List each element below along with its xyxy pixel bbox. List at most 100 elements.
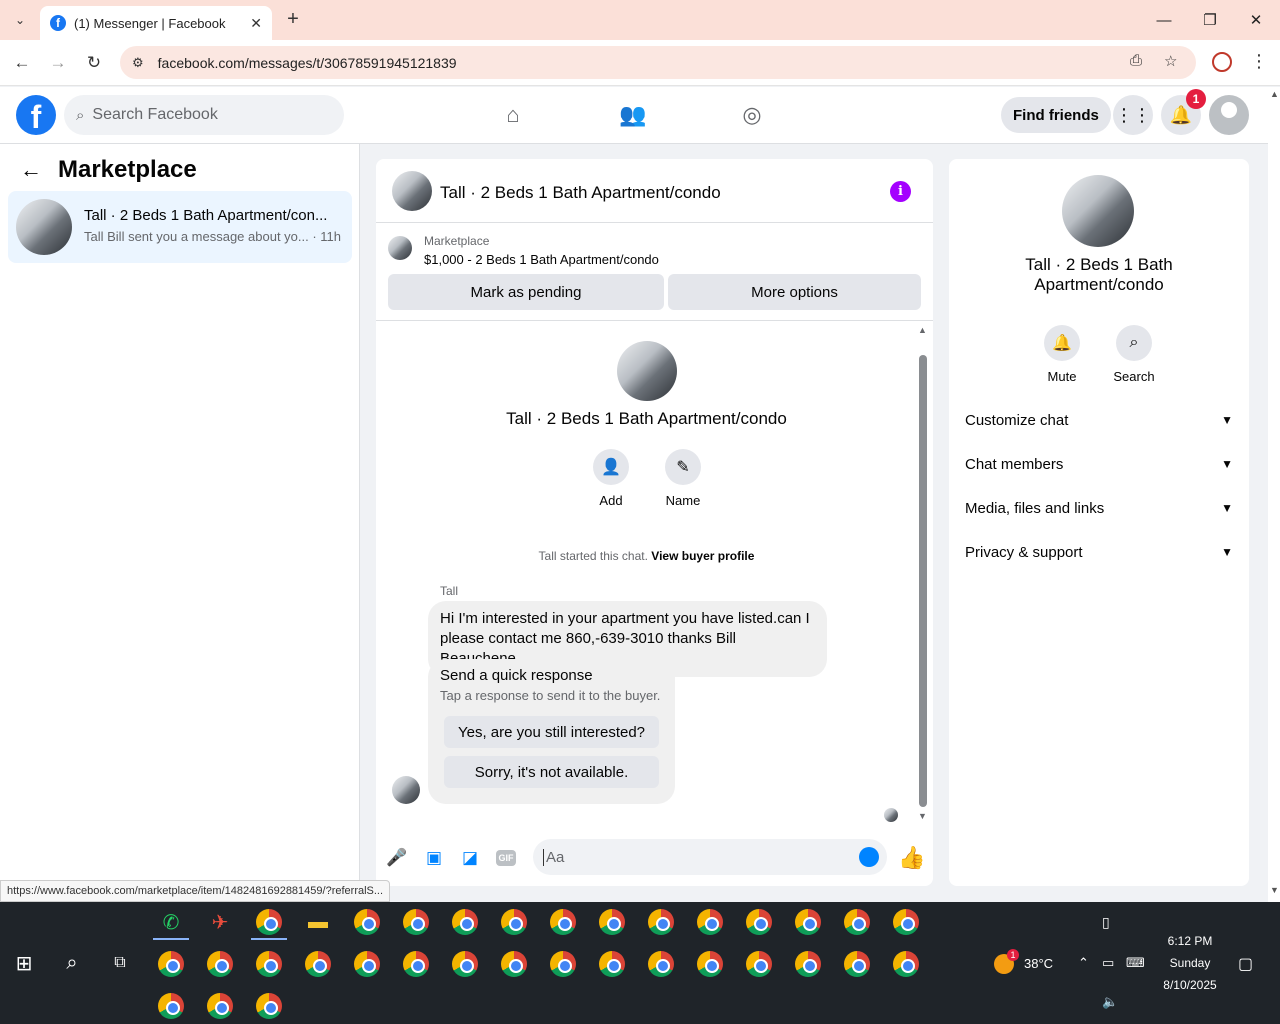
forward-icon[interactable]: → [46, 51, 70, 75]
chrome-icon[interactable] [745, 950, 773, 978]
section-customize-chat[interactable]: Customize chat ▼ [965, 408, 1233, 432]
keyboard-icon[interactable]: ⌨ [1126, 955, 1145, 971]
chrome-icon[interactable] [304, 950, 332, 978]
chrome-icon[interactable] [402, 950, 430, 978]
back-arrow-icon[interactable]: ← [20, 157, 42, 183]
volume-icon[interactable]: 🔈 [1102, 994, 1118, 1010]
site-info-icon[interactable]: ⚙ [132, 55, 144, 71]
clock-time[interactable]: 6:12 PM [1150, 934, 1230, 948]
chrome-icon[interactable] [745, 908, 773, 936]
conversation-item[interactable]: Tall · 2 Beds 1 Bath Apartment/con... Ta… [8, 191, 352, 263]
home-icon[interactable]: ⌂ [499, 101, 527, 129]
chrome-icon[interactable] [255, 950, 283, 978]
listing-price-title[interactable]: $1,000 - 2 Beds 1 Bath Apartment/condo [424, 252, 659, 267]
scroll-up-icon[interactable]: ▲ [918, 325, 927, 335]
section-privacy-support[interactable]: Privacy & support ▼ [965, 540, 1233, 564]
window-close-icon[interactable]: ✕ [1244, 8, 1268, 32]
thumbs-up-icon[interactable]: 👍 [898, 845, 925, 871]
section-chat-members[interactable]: Chat members ▼ [965, 452, 1233, 476]
chrome-icon[interactable] [794, 908, 822, 936]
page-scrollbar[interactable]: ▲ ▼ [1268, 87, 1280, 902]
address-bar[interactable]: ⚙ facebook.com/messages/t/30678591945121… [120, 46, 1196, 79]
windows-start-icon[interactable]: ⊞ [10, 949, 38, 977]
back-icon[interactable]: ← [10, 51, 34, 75]
chrome-icon[interactable] [157, 950, 185, 978]
chrome-icon[interactable] [598, 950, 626, 978]
chrome-icon[interactable] [451, 908, 479, 936]
app-icon[interactable]: ✈ [206, 908, 234, 936]
emoji-icon[interactable] [859, 847, 879, 867]
page-scroll-down-icon[interactable]: ▼ [1270, 885, 1279, 895]
reload-icon[interactable]: ↻ [82, 51, 106, 75]
scroll-down-icon[interactable]: ▼ [918, 811, 927, 821]
groups-icon[interactable]: ◎ [738, 101, 766, 129]
bookmark-star-icon[interactable]: ☆ [1164, 52, 1177, 70]
sticker-icon[interactable]: ◪ [459, 847, 481, 869]
quick-response-yes-button[interactable]: Yes, are you still interested? [444, 716, 659, 748]
quick-response-sorry-button[interactable]: Sorry, it's not available. [444, 756, 659, 788]
chrome-icon[interactable] [255, 992, 283, 1020]
mark-as-pending-button[interactable]: Mark as pending [388, 274, 664, 310]
chrome-icon[interactable] [157, 992, 185, 1020]
browser-tab[interactable]: f (1) Messenger | Facebook ✕ [40, 6, 272, 40]
browser-menu-icon[interactable]: ⋮ [1250, 51, 1268, 72]
chrome-icon[interactable] [500, 908, 528, 936]
chrome-icon[interactable] [696, 950, 724, 978]
tab-close-icon[interactable]: ✕ [250, 15, 262, 32]
chrome-icon[interactable] [892, 908, 920, 936]
info-icon[interactable]: i [890, 181, 911, 202]
notification-center-icon[interactable]: ▢ [1238, 954, 1253, 974]
facebook-search-input[interactable]: ⌕ Search Facebook [64, 95, 344, 135]
chevron-up-icon[interactable]: ⌃ [1078, 955, 1089, 971]
chrome-icon[interactable] [353, 908, 381, 936]
search-action[interactable]: ⌕ Search [1104, 325, 1164, 384]
whatsapp-icon[interactable]: ✆ [157, 908, 185, 936]
taskbar-search-icon[interactable]: ⌕ [58, 949, 86, 977]
tab-search-icon[interactable]: ⌄ [8, 8, 32, 32]
photo-icon[interactable]: ▣ [423, 847, 445, 869]
microphone-icon[interactable]: 🎤 [386, 847, 408, 869]
chrome-icon[interactable] [696, 908, 724, 936]
add-action[interactable]: 👤 Add [581, 449, 641, 508]
chrome-icon[interactable] [892, 950, 920, 978]
chrome-icon[interactable] [647, 908, 675, 936]
name-action[interactable]: ✎ Name [653, 449, 713, 508]
facebook-logo-icon[interactable]: f [16, 95, 56, 135]
chrome-icon[interactable] [549, 908, 577, 936]
sender-avatar[interactable] [392, 776, 420, 804]
chrome-icon[interactable] [255, 908, 283, 936]
clock-date[interactable]: 8/10/2025 [1150, 978, 1230, 992]
section-media-files-links[interactable]: Media, files and links ▼ [965, 496, 1233, 520]
chrome-icon[interactable] [402, 908, 430, 936]
file-explorer-icon[interactable]: ▬ [304, 908, 332, 936]
chat-header-name[interactable]: Tall · 2 Beds 1 Bath Apartment/condo [440, 183, 721, 203]
profile-icon[interactable] [1212, 52, 1232, 72]
chrome-icon[interactable] [598, 908, 626, 936]
chrome-icon[interactable] [794, 950, 822, 978]
chrome-icon[interactable] [206, 950, 234, 978]
new-tab-icon[interactable]: + [282, 8, 304, 30]
message-input[interactable]: Aa [533, 839, 887, 875]
temperature[interactable]: 38°C [1024, 956, 1053, 971]
chrome-icon[interactable] [843, 950, 871, 978]
clock-day[interactable]: Sunday [1150, 956, 1230, 970]
page-scroll-up-icon[interactable]: ▲ [1270, 89, 1279, 99]
chrome-icon[interactable] [549, 950, 577, 978]
menu-grid-icon[interactable]: ⋮⋮ [1113, 95, 1153, 135]
friends-icon[interactable]: 👥 [619, 101, 647, 129]
chrome-icon[interactable] [353, 950, 381, 978]
gif-icon[interactable]: GIF [495, 847, 517, 869]
chrome-icon[interactable] [500, 950, 528, 978]
minimize-icon[interactable]: — [1152, 8, 1176, 32]
mute-action[interactable]: 🔔 Mute [1032, 325, 1092, 384]
more-options-button[interactable]: More options [668, 274, 921, 310]
tray-device-icon[interactable]: ▯ [1102, 914, 1110, 931]
chrome-icon[interactable] [843, 908, 871, 936]
account-avatar[interactable] [1209, 95, 1249, 135]
chat-header-thumbnail[interactable] [392, 171, 432, 211]
chrome-icon[interactable] [206, 992, 234, 1020]
chrome-icon[interactable] [451, 950, 479, 978]
restore-icon[interactable]: ❐ [1198, 8, 1222, 32]
chat-scrollbar[interactable] [919, 355, 927, 807]
view-buyer-profile-link[interactable]: View buyer profile [651, 549, 754, 563]
